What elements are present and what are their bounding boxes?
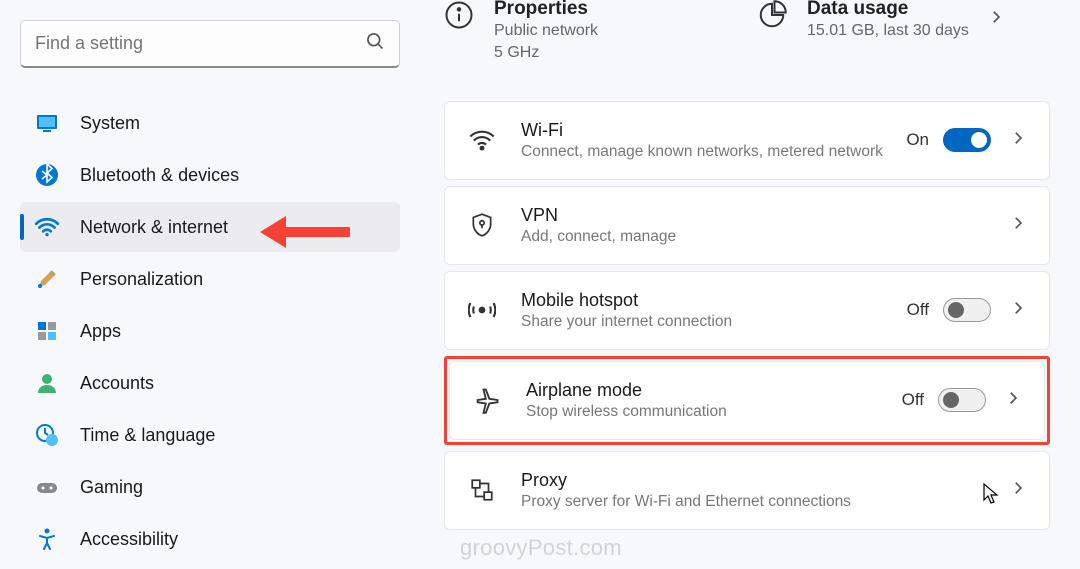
card-sub: Stop wireless communication <box>526 403 902 421</box>
properties-card[interactable]: Properties Public network 5 GHz <box>444 0 737 71</box>
properties-title: Properties <box>494 0 598 20</box>
chevron-right-icon <box>1004 389 1022 412</box>
sidebar-item-label: Gaming <box>80 477 143 498</box>
wifi-icon <box>34 214 60 240</box>
card-sub: Add, connect, manage <box>521 228 1009 246</box>
properties-sub2: 5 GHz <box>494 42 598 64</box>
hotspot-icon <box>467 295 497 325</box>
card-title: Airplane mode <box>526 380 902 401</box>
sidebar-nav: System Bluetooth & devices Network & int… <box>20 98 400 564</box>
sidebar-item-label: Personalization <box>80 269 203 290</box>
search-icon <box>365 31 385 56</box>
sidebar-item-apps[interactable]: Apps <box>20 306 400 356</box>
card-sub: Share your internet connection <box>521 313 907 331</box>
card-title: Wi-Fi <box>521 120 906 141</box>
data-usage-icon <box>757 0 789 32</box>
sidebar-item-system[interactable]: System <box>20 98 400 148</box>
sidebar-item-accessibility[interactable]: Accessibility <box>20 514 400 564</box>
sidebar-item-network[interactable]: Network & internet <box>20 202 400 252</box>
data-usage-card[interactable]: Data usage 15.01 GB, last 30 days <box>757 0 1050 71</box>
display-icon <box>34 110 60 136</box>
chevron-right-icon <box>1009 479 1027 502</box>
hotspot-card[interactable]: Mobile hotspot Share your internet conne… <box>444 271 1050 350</box>
card-title: Mobile hotspot <box>521 290 907 311</box>
chevron-right-icon <box>1009 214 1027 237</box>
wifi-toggle[interactable] <box>943 128 991 152</box>
sidebar-item-gaming[interactable]: Gaming <box>20 462 400 512</box>
sidebar-item-accounts[interactable]: Accounts <box>20 358 400 408</box>
bluetooth-icon <box>34 162 60 188</box>
sidebar-item-personalization[interactable]: Personalization <box>20 254 400 304</box>
airplane-toggle[interactable] <box>938 388 986 412</box>
chevron-right-icon <box>1009 299 1027 322</box>
data-usage-title: Data usage <box>807 0 969 20</box>
apps-icon <box>34 318 60 344</box>
hotspot-toggle[interactable] <box>943 298 991 322</box>
shield-icon <box>467 210 497 240</box>
proxy-card[interactable]: Proxy Proxy server for Wi-Fi and Etherne… <box>444 451 1050 530</box>
card-sub: Proxy server for Wi-Fi and Ethernet conn… <box>521 493 1009 511</box>
user-icon <box>34 370 60 396</box>
airplane-state-label: Off <box>902 390 924 410</box>
top-summary-row: Properties Public network 5 GHz Data usa… <box>444 0 1050 71</box>
wifi-card[interactable]: Wi-Fi Connect, manage known networks, me… <box>444 101 1050 180</box>
sidebar-item-time-language[interactable]: Time & language <box>20 410 400 460</box>
search-input[interactable] <box>20 20 400 68</box>
sidebar-item-label: Network & internet <box>80 217 228 238</box>
chevron-right-icon <box>987 8 1005 31</box>
card-title: Proxy <box>521 470 1009 491</box>
sidebar-item-bluetooth[interactable]: Bluetooth & devices <box>20 150 400 200</box>
clock-globe-icon <box>34 422 60 448</box>
sidebar-item-label: Accessibility <box>80 529 178 550</box>
sidebar-item-label: Time & language <box>80 425 215 446</box>
sidebar-item-label: Accounts <box>80 373 154 394</box>
hotspot-state-label: Off <box>907 300 929 320</box>
sidebar-item-label: Bluetooth & devices <box>80 165 239 186</box>
airplane-icon <box>472 385 502 415</box>
properties-sub1: Public network <box>494 20 598 42</box>
airplane-mode-card[interactable]: Airplane mode Stop wireless communicatio… <box>449 361 1045 440</box>
info-icon <box>444 0 476 32</box>
proxy-icon <box>467 475 497 505</box>
wifi-state-label: On <box>906 130 929 150</box>
airplane-highlight-box: Airplane mode Stop wireless communicatio… <box>444 356 1050 445</box>
gamepad-icon <box>34 474 60 500</box>
sidebar-item-label: System <box>80 113 140 134</box>
paintbrush-icon <box>34 266 60 292</box>
data-usage-sub: 15.01 GB, last 30 days <box>807 20 969 42</box>
card-sub: Connect, manage known networks, metered … <box>521 143 906 161</box>
main-content: Properties Public network 5 GHz Data usa… <box>420 0 1080 569</box>
search-field[interactable] <box>35 33 365 54</box>
accessibility-icon <box>34 526 60 552</box>
vpn-card[interactable]: VPN Add, connect, manage <box>444 186 1050 265</box>
sidebar-item-label: Apps <box>80 321 121 342</box>
wifi-icon <box>467 125 497 155</box>
sidebar: System Bluetooth & devices Network & int… <box>0 0 420 569</box>
card-title: VPN <box>521 205 1009 226</box>
chevron-right-icon <box>1009 129 1027 152</box>
